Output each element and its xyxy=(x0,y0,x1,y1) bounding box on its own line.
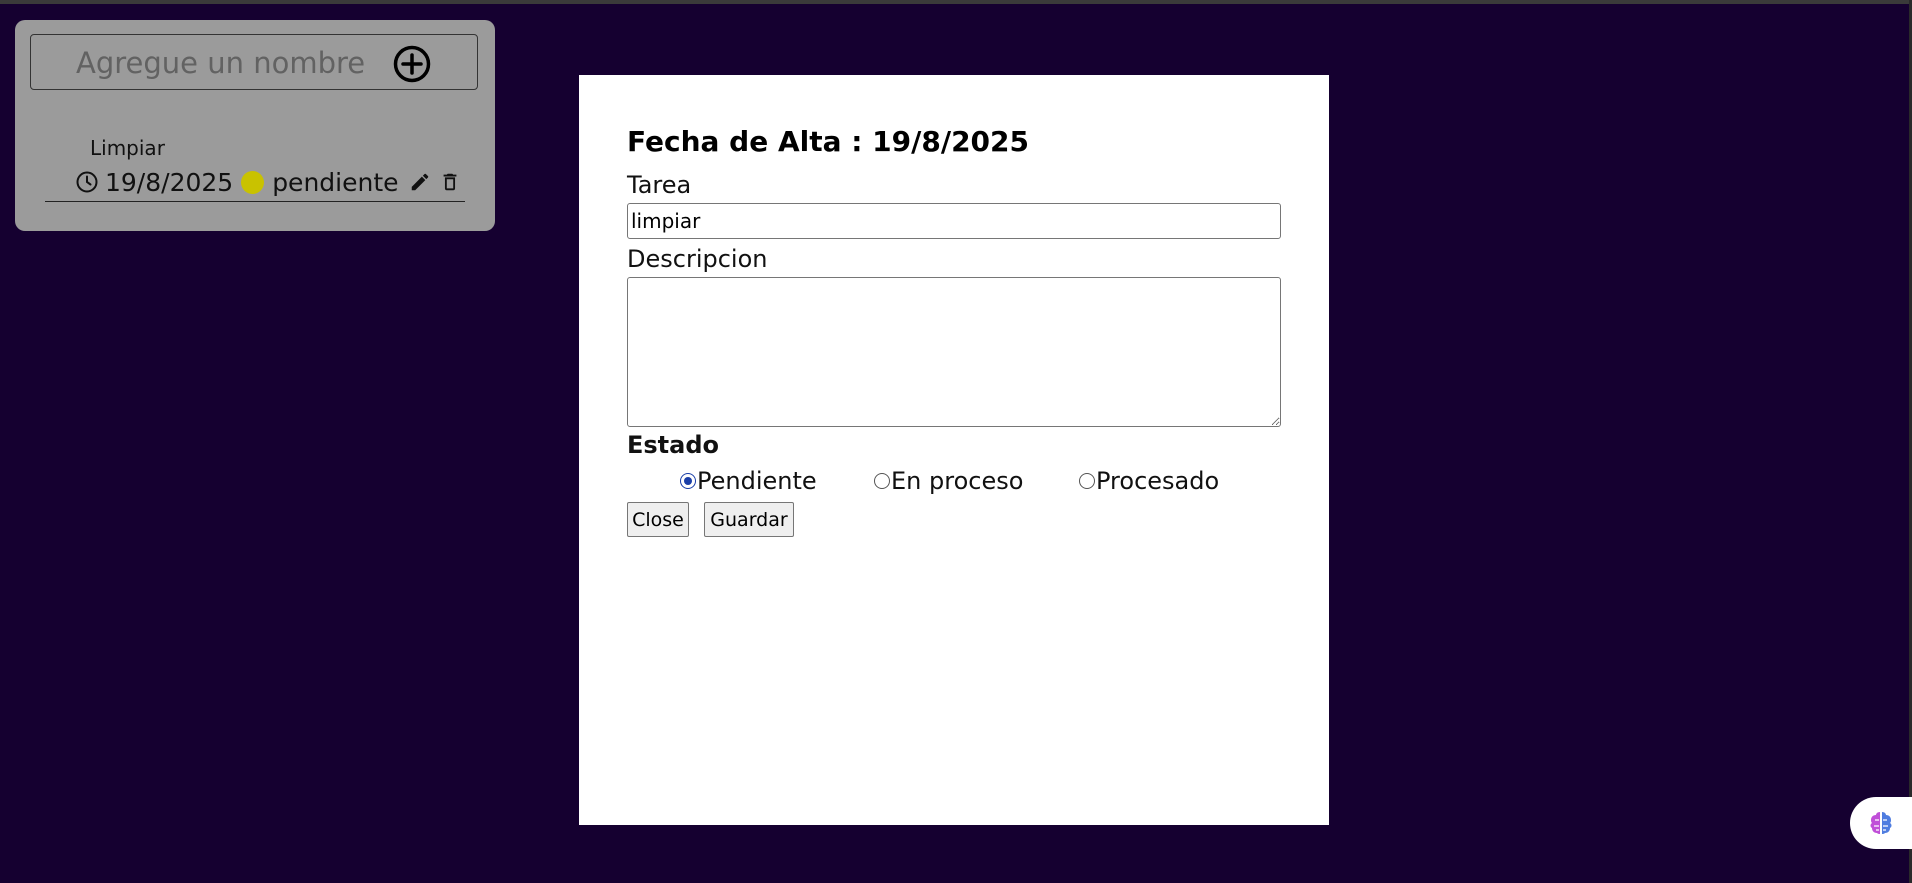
window-top-border xyxy=(0,0,1912,4)
radio-pendiente-label: Pendiente xyxy=(697,467,817,495)
radio-procesado-button[interactable] xyxy=(1079,473,1095,489)
task-meta-row: 19/8/2025 pendiente xyxy=(75,166,469,198)
radio-pendiente-button[interactable] xyxy=(680,473,696,489)
task-title: Limpiar xyxy=(90,136,165,160)
task-date: 19/8/2025 xyxy=(105,167,234,197)
close-button[interactable]: Close xyxy=(627,502,689,537)
descripcion-label: Descripcion xyxy=(627,245,768,273)
radio-procesado-label: Procesado xyxy=(1096,467,1220,495)
tarea-label: Tarea xyxy=(627,171,692,199)
estado-label: Estado xyxy=(627,431,720,459)
brain-icon xyxy=(1870,812,1892,834)
save-button[interactable]: Guardar xyxy=(704,502,794,537)
name-input[interactable] xyxy=(76,35,396,91)
clock-icon xyxy=(76,171,98,193)
assistant-tab[interactable] xyxy=(1850,797,1912,849)
tarea-input[interactable] xyxy=(627,203,1281,239)
radio-en-proceso-label: En proceso xyxy=(891,467,1024,495)
name-input-box xyxy=(30,34,478,91)
radio-en-proceso[interactable]: En proceso xyxy=(874,467,1023,495)
radio-pendiente[interactable]: Pendiente xyxy=(680,467,817,495)
radio-en-proceso-button[interactable] xyxy=(874,473,890,489)
status-dot xyxy=(241,170,265,194)
plus-circle-icon[interactable] xyxy=(393,45,431,83)
task-item: Limpiar 19/8/2025 pendiente xyxy=(45,130,465,202)
radio-procesado[interactable]: Procesado xyxy=(1079,467,1219,495)
pencil-icon[interactable] xyxy=(409,171,431,193)
descripcion-textarea[interactable] xyxy=(627,277,1281,427)
task-status: pendiente xyxy=(272,167,399,197)
trash-icon[interactable] xyxy=(439,171,461,193)
todo-panel: Limpiar 19/8/2025 pendiente xyxy=(15,20,495,231)
task-modal: Fecha de Alta : 19/8/2025 Tarea Descripc… xyxy=(579,75,1329,825)
modal-title: Fecha de Alta : 19/8/2025 xyxy=(627,125,1030,158)
